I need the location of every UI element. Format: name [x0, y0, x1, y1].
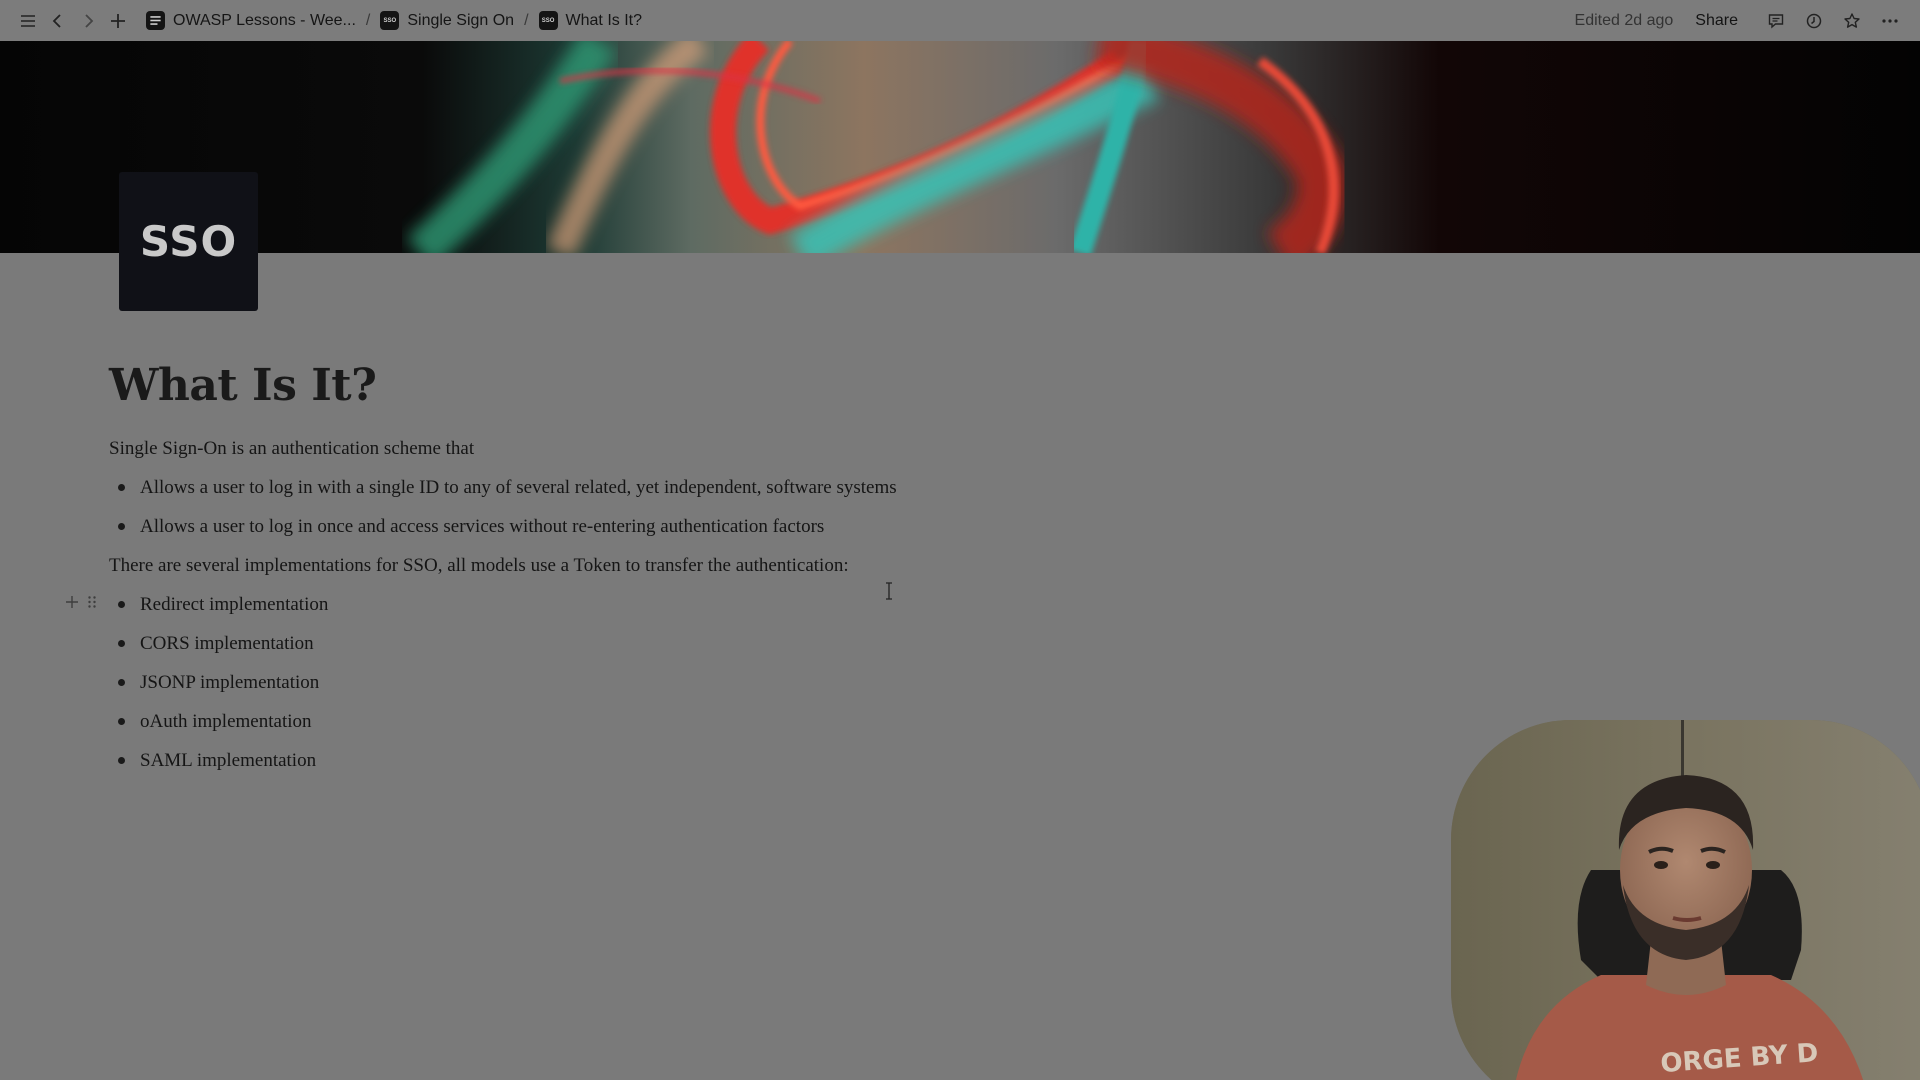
implementations-bullet-list: Redirect implementation CORS implementat…	[109, 585, 1209, 780]
breadcrumb-separator: /	[365, 11, 371, 29]
back-arrow-icon[interactable]	[44, 7, 72, 35]
list-item-text: JSONP implementation	[140, 672, 320, 693]
list-item[interactable]: SAML implementation	[109, 741, 1209, 780]
bullet-dot-icon	[118, 718, 125, 725]
favorite-star-icon[interactable]	[1838, 7, 1866, 35]
page-icon-sso[interactable]: SSO	[119, 172, 258, 311]
intro-paragraph[interactable]: Single Sign-On is an authentication sche…	[109, 429, 1209, 468]
bullet-dot-icon	[118, 484, 125, 491]
intro-bullet-list: Allows a user to log in with a single ID…	[109, 468, 1209, 546]
comments-icon[interactable]	[1762, 7, 1790, 35]
breadcrumb: OWASP Lessons - Wee... / SSO Single Sign…	[146, 11, 642, 30]
page-content: What Is It? Single Sign-On is an authent…	[109, 360, 1209, 780]
history-clock-icon[interactable]	[1800, 7, 1828, 35]
breadcrumb-item-what-is-it[interactable]: SSO What Is It?	[538, 11, 642, 30]
block-handles	[62, 592, 102, 612]
page-cover-image[interactable]	[0, 41, 1920, 253]
breadcrumb-item-owasp-lessons[interactable]: OWASP Lessons - Wee...	[146, 11, 356, 30]
implementations-paragraph[interactable]: There are several implementations for SS…	[109, 546, 1209, 585]
bullet-dot-icon	[118, 523, 125, 530]
list-item-text: Redirect implementation	[140, 594, 329, 615]
list-item-text: CORS implementation	[140, 633, 314, 654]
list-item[interactable]: Allows a user to log in once and access …	[109, 507, 1209, 546]
bullet-dot-icon	[118, 757, 125, 764]
list-item[interactable]: oAuth implementation	[109, 702, 1209, 741]
forward-arrow-icon[interactable]	[74, 7, 102, 35]
list-item[interactable]: Redirect implementation	[109, 585, 1209, 624]
sidebar-toggle-icon[interactable]	[14, 7, 42, 35]
list-item[interactable]: CORS implementation	[109, 624, 1209, 663]
edited-timestamp: Edited 2d ago	[1574, 11, 1674, 29]
bullet-dot-icon	[118, 679, 125, 686]
list-item-text: SAML implementation	[140, 750, 317, 771]
text-cursor-icon	[886, 582, 892, 600]
page-title[interactable]: What Is It?	[109, 360, 1209, 411]
topbar-actions: Edited 2d ago Share	[1575, 7, 1906, 35]
sso-page-icon: SSO	[380, 11, 400, 30]
bullet-dot-icon	[118, 601, 125, 608]
breadcrumb-label: Single Sign On	[407, 11, 515, 29]
list-item[interactable]: Allows a user to log in with a single ID…	[109, 468, 1209, 507]
drag-handle-icon[interactable]	[82, 592, 102, 612]
breadcrumb-item-single-sign-on[interactable]: SSO Single Sign On	[380, 11, 514, 30]
breadcrumb-label: What Is It?	[565, 11, 642, 29]
add-block-plus-icon[interactable]	[62, 592, 82, 612]
sso-page-icon: SSO	[538, 11, 558, 30]
share-button[interactable]: Share	[1695, 12, 1738, 30]
list-item-text: Allows a user to log in once and access …	[140, 516, 825, 537]
list-item[interactable]: JSONP implementation	[109, 663, 1209, 702]
presenter-webcam-overlay: ORGE BY D	[1451, 720, 1920, 1080]
more-options-icon[interactable]	[1876, 7, 1904, 35]
list-item-text: Allows a user to log in with a single ID…	[140, 477, 897, 498]
top-bar: OWASP Lessons - Wee... / SSO Single Sign…	[0, 0, 1920, 41]
notion-page-icon	[146, 11, 165, 30]
bullet-dot-icon	[118, 640, 125, 647]
list-item-text: oAuth implementation	[140, 711, 312, 732]
breadcrumb-separator: /	[524, 11, 529, 29]
new-page-plus-icon[interactable]	[104, 7, 132, 35]
breadcrumb-label: OWASP Lessons - Wee...	[173, 11, 356, 29]
